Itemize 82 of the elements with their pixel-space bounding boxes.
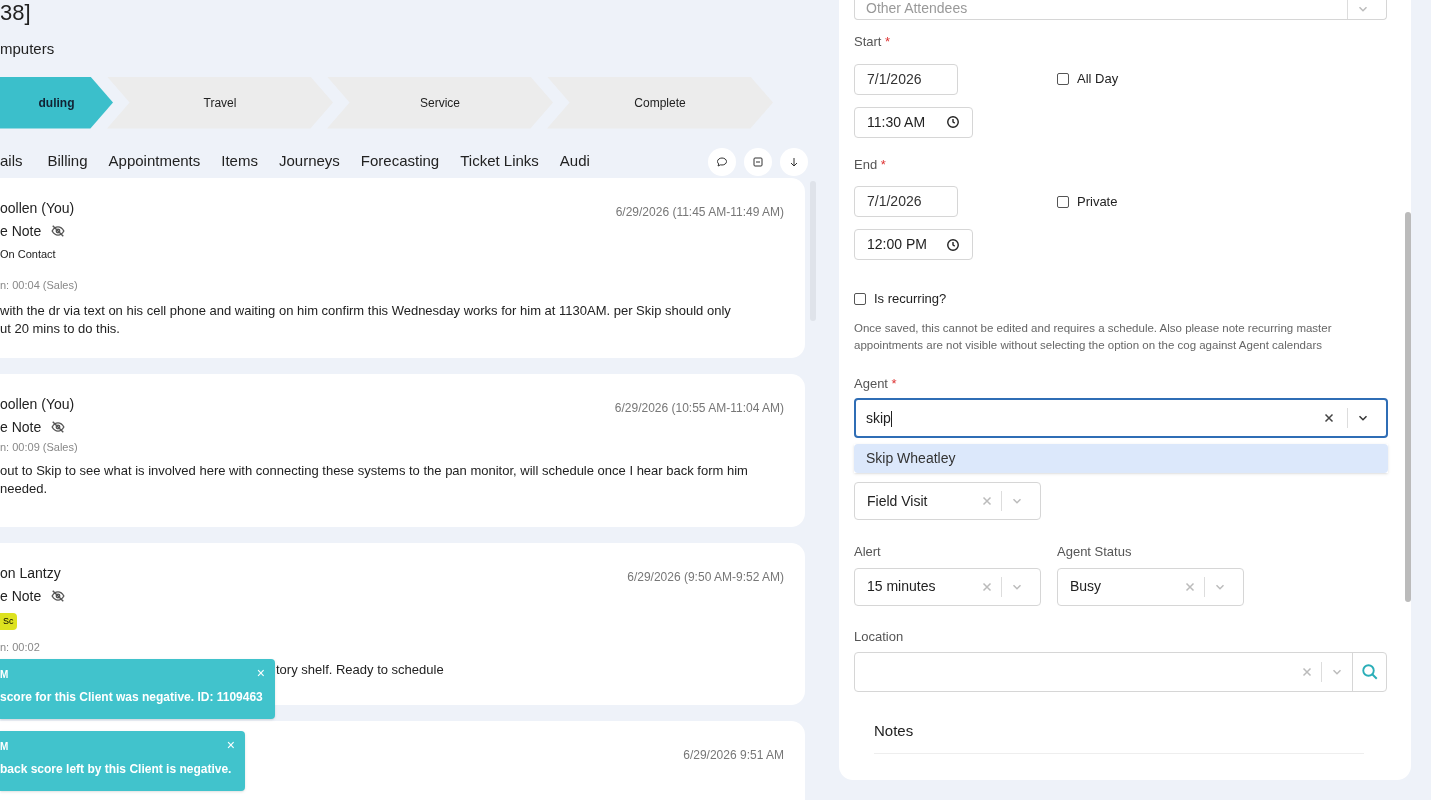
note-body: out to Skip to see what is involved here with connecting these systems to the pan monitor, will schedule once I hear back form him needed. [0, 462, 748, 498]
note-author: oollen (You) [0, 394, 75, 414]
search-icon [1360, 663, 1379, 681]
toast-message: score for this Client was negative. ID: 1109463 [0, 689, 264, 706]
note-author: oollen (You) [0, 198, 75, 218]
placeholder: Other Attendees [866, 0, 969, 18]
recurring-hint: Once saved, this cannot be edited and requires a schedule. Also please note recurring master appointments are not visible without selecting the option on the cog against Agent calendars [854, 320, 1333, 353]
checkbox-label: Private [1077, 192, 1118, 211]
note-duration: n: 00:09 (Sales) [0, 439, 78, 455]
tab[interactable]: Items [221, 150, 258, 173]
dropdown-option[interactable]: Skip Wheatley [854, 444, 1388, 473]
eye-off-icon [51, 589, 66, 603]
page-subtitle: mputers [0, 39, 56, 59]
toast-message: back score left by this Client is negative. [0, 761, 233, 778]
scrollbar[interactable] [1405, 212, 1411, 602]
checkbox[interactable] [1057, 73, 1069, 85]
clear-icon[interactable] [1323, 412, 1335, 424]
note-time: 6/29/2026 9:51 AM [683, 746, 784, 764]
time-field[interactable]: 12:00 PM [854, 229, 973, 260]
toast-title: M [0, 668, 9, 682]
collapse-button[interactable] [744, 147, 772, 176]
note-type: e Note [0, 221, 42, 241]
note-type: e Note [0, 586, 42, 606]
checkbox-label: Is recurring? [874, 290, 947, 308]
stage-step[interactable]: Service [327, 76, 553, 129]
note-type: e Note [0, 417, 42, 437]
date-field[interactable]: 7/1/2026 [854, 63, 958, 95]
toast-title: M [0, 740, 9, 754]
eye-off-icon [51, 224, 66, 238]
note-duration: n: 00:04 (Sales) [0, 278, 78, 293]
clock-icon[interactable] [946, 115, 960, 129]
clock-icon[interactable] [946, 237, 960, 252]
required-mark: * [885, 34, 891, 49]
select-value: Busy [1070, 577, 1103, 596]
field-label: Alert [854, 543, 882, 561]
field-label: Start [854, 34, 882, 49]
tab[interactable]: ails [0, 150, 23, 173]
tab[interactable]: Billing [47, 150, 88, 173]
field-label: Location [854, 627, 905, 646]
note-time: 6/29/2026 (10:55 AM-11:04 AM) [614, 399, 784, 417]
date-field[interactable]: 7/1/2026 [854, 186, 958, 217]
time-field[interactable]: 11:30 AM [854, 106, 973, 138]
stage-step[interactable]: duling [0, 76, 113, 129]
section-heading: Notes [874, 721, 915, 741]
select-field[interactable]: Field Visit [854, 482, 1041, 520]
stage-step[interactable]: Travel [107, 76, 333, 129]
tab[interactable]: Appointments [108, 150, 201, 173]
field-label: Agent [854, 375, 888, 391]
speech-bubble-icon [716, 155, 728, 168]
select-field[interactable]: 15 minutes [854, 567, 1041, 606]
note-contact: On Contact [0, 246, 56, 262]
note-duration: n: 00:02 [0, 639, 40, 655]
eye-off-icon [51, 420, 66, 434]
page-title: 38] [0, 2, 32, 24]
select-value: 15 minutes [867, 577, 937, 596]
note-time: 6/29/2026 (11:45 AM-11:49 AM) [615, 203, 784, 221]
note-time: 6/29/2026 (9:50 AM-9:52 AM) [627, 568, 784, 586]
note-body: tory shelf. Ready to schedule [276, 661, 444, 679]
tab[interactable]: Audi [559, 150, 590, 173]
tab[interactable]: Forecasting [360, 150, 440, 173]
select-value: Field Visit [867, 491, 929, 511]
note-author: on Lantzy [0, 563, 61, 583]
input-value: skip [866, 408, 893, 429]
tab[interactable]: Ticket Links [460, 150, 539, 173]
select-field[interactable]: Busy [1057, 567, 1244, 606]
required-mark: * [880, 156, 886, 172]
required-mark: * [891, 375, 897, 391]
checkbox[interactable] [854, 292, 866, 305]
location-field[interactable] [854, 652, 1387, 692]
agent-field[interactable]: skip [854, 398, 1388, 438]
arrow-down-icon [788, 155, 800, 168]
checkbox-label: All Day [1077, 70, 1119, 89]
download-button[interactable] [780, 147, 808, 176]
field-label: End [854, 156, 878, 172]
comment-button[interactable] [708, 147, 736, 176]
field-label: Agent Status [1057, 543, 1133, 561]
note-body: with the dr via text on his cell phone and waiting on him confirm this Wednesday works for him at 1130AM. per Skip should only ut 20 mins to do this. [0, 301, 731, 338]
minus-square-icon [752, 155, 764, 168]
checkbox[interactable] [1057, 195, 1069, 208]
note-tag: Sc [0, 612, 17, 630]
tab[interactable]: Journeys [278, 150, 340, 173]
stage-step[interactable]: Complete [547, 76, 773, 129]
